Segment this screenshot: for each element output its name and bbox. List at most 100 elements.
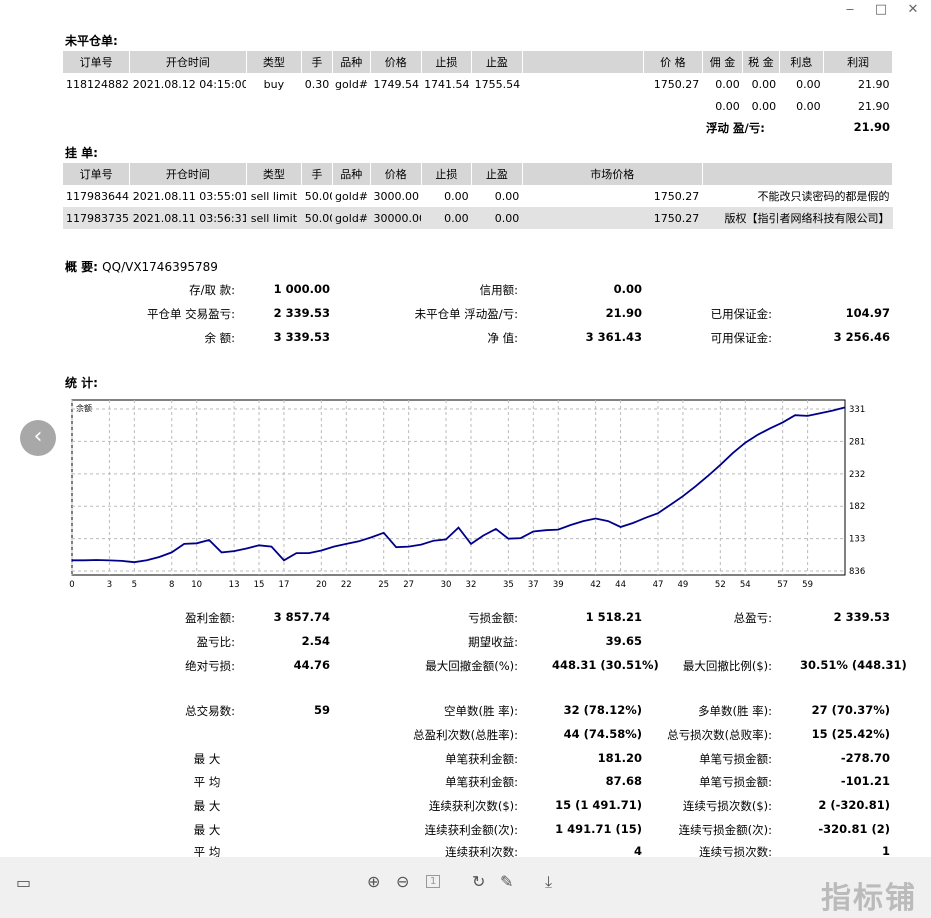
- stat-label: 平 均: [193, 845, 221, 857]
- x-tick-label: 42: [590, 580, 601, 590]
- column-header: 价 格: [643, 51, 703, 73]
- table-cell: [644, 95, 703, 117]
- table-cell: 21.90: [858, 77, 890, 91]
- table-cell: [332, 95, 370, 117]
- stat-value: 2.54: [301, 634, 330, 648]
- table-cell: [522, 73, 643, 95]
- x-tick-label: 47: [653, 580, 664, 590]
- x-tick-label: 37: [528, 580, 539, 590]
- table-cell: gold#: [335, 189, 369, 203]
- y-tick-label: 1827: [849, 502, 866, 512]
- column-header: 类型: [246, 51, 303, 73]
- table-row: 117983735 2021.08.11 03:56:31 sell limit 50…: [63, 207, 893, 229]
- table-cell: 117983644: [66, 189, 129, 203]
- brand-watermark: 指标铺: [821, 881, 917, 916]
- stat-value: -320.81 (2): [818, 822, 890, 836]
- stat-label: 期望收益:: [468, 635, 518, 649]
- stat-value: 27 (70.37%): [811, 703, 890, 717]
- y-tick-label: 2819: [849, 437, 866, 447]
- table-cell: 0.00: [715, 77, 740, 91]
- stat-label: 单笔获利金额:: [445, 775, 518, 789]
- column-header: 市场价格: [522, 163, 703, 185]
- credit-value: 0.00: [613, 282, 642, 296]
- table-cell: 1750.27: [653, 189, 700, 203]
- stat-label: 单笔获利金额:: [445, 752, 518, 766]
- column-header: 手: [301, 163, 333, 185]
- stat-label: 单笔亏损金额:: [699, 775, 772, 789]
- free-margin-value: 3 256.46: [833, 330, 890, 344]
- table-cell: [63, 95, 130, 117]
- previous-page-button[interactable]: ‹: [20, 420, 56, 456]
- x-tick-label: 32: [466, 580, 477, 590]
- table-cell: [421, 95, 472, 117]
- zoom-in-icon[interactable]: ⊕: [367, 872, 380, 891]
- table-cell: 2021.08.11 03:56:31: [129, 207, 247, 229]
- margin-value: 104.97: [845, 306, 890, 320]
- column-header: 止盈: [471, 51, 523, 73]
- column-header: 订单号: [63, 51, 131, 73]
- x-tick-label: 59: [802, 580, 813, 590]
- table-cell: 1755.54: [474, 77, 521, 91]
- layout-icon[interactable]: ▭: [16, 873, 31, 892]
- free-margin-label: 可用保证金:: [710, 331, 772, 345]
- table-cell: 0.00: [444, 189, 469, 203]
- stat-value: 3 857.74: [273, 610, 330, 624]
- stat-value: -278.70: [840, 751, 890, 765]
- table-row: 0.00 0.00 0.00 21.90: [63, 95, 893, 117]
- table-cell: 不能改只读密码的都是假的: [757, 190, 890, 203]
- stat-value: 448.31 (30.51%): [552, 658, 659, 672]
- equity-label: 净 值:: [487, 331, 518, 345]
- x-tick-label: 17: [279, 580, 290, 590]
- y-tick-label: 1332: [849, 535, 866, 545]
- document-page: 未平仓单: 订单号 开仓时间 类型手品种 价格 止损 止盈价 格佣 金税 金利息 利润 118…: [0, 22, 931, 857]
- table-cell: 21.90: [858, 99, 890, 113]
- stat-label: 总亏损次数(总败率):: [667, 728, 772, 742]
- pending-orders-title: 挂 单:: [65, 146, 98, 160]
- stat-label: 空单数(胜 率):: [443, 704, 518, 718]
- stat-label: 最 大: [193, 752, 221, 766]
- table-cell: 0.00: [715, 99, 740, 113]
- stat-value: 15 (1 491.71): [555, 798, 642, 812]
- column-header: 佣 金: [702, 51, 744, 73]
- stat-label: 总交易数:: [185, 704, 235, 718]
- rotate-icon[interactable]: ↻: [472, 872, 485, 891]
- table-cell: [246, 95, 302, 117]
- zoom-out-icon[interactable]: ⊖: [396, 872, 409, 891]
- table-cell: 版权【指引者网络科技有限公司】: [702, 207, 893, 229]
- annotate-pen-icon[interactable]: ✎: [500, 872, 513, 891]
- minimize-icon[interactable]: ‒: [840, 2, 860, 17]
- x-tick-label: 49: [678, 580, 689, 590]
- x-tick-label: 54: [740, 580, 751, 590]
- table-cell: 1749.54: [373, 77, 419, 91]
- column-header: 价格: [370, 163, 422, 185]
- stat-label: 亏损金额:: [468, 611, 518, 625]
- table-cell: 3000.00: [373, 189, 419, 203]
- balance-chart: 余额 3315281923231827133283603581013151720…: [69, 399, 866, 590]
- table-cell: 1750.27: [522, 207, 703, 229]
- closed-pl-label: 平仓单 交易盈亏:: [146, 307, 235, 321]
- stat-label: 多单数(胜 率):: [697, 704, 772, 718]
- x-tick-label: 30: [441, 580, 452, 590]
- table-cell: [370, 95, 421, 117]
- contact-text: QQ/VX1746395789: [102, 260, 218, 274]
- balance-label: 余 额:: [204, 331, 235, 345]
- download-icon[interactable]: ⤓: [545, 872, 552, 892]
- page-number-box[interactable]: 1: [426, 875, 441, 888]
- stat-label: 连续亏损次数($):: [682, 799, 772, 813]
- table-cell: [302, 95, 332, 117]
- table-cell: gold#: [332, 207, 371, 229]
- table-cell: 2021.08.11 03:55:01: [132, 189, 247, 203]
- stat-value: 181.20: [597, 751, 642, 765]
- x-tick-label: 3: [107, 580, 112, 590]
- column-header: 止盈: [471, 163, 523, 185]
- stat-label: 连续亏损金额(次):: [678, 823, 772, 837]
- x-tick-label: 35: [503, 580, 514, 590]
- table-cell: 1741.54: [424, 77, 470, 91]
- table-cell: 0.30: [304, 77, 330, 91]
- x-tick-label: 20: [316, 580, 327, 590]
- margin-label: 已用保证金:: [710, 307, 772, 321]
- x-tick-label: 57: [777, 580, 788, 590]
- close-icon[interactable]: ✕: [903, 2, 923, 17]
- maximize-icon[interactable]: □: [871, 2, 891, 17]
- balance-value: 3 339.53: [273, 330, 330, 344]
